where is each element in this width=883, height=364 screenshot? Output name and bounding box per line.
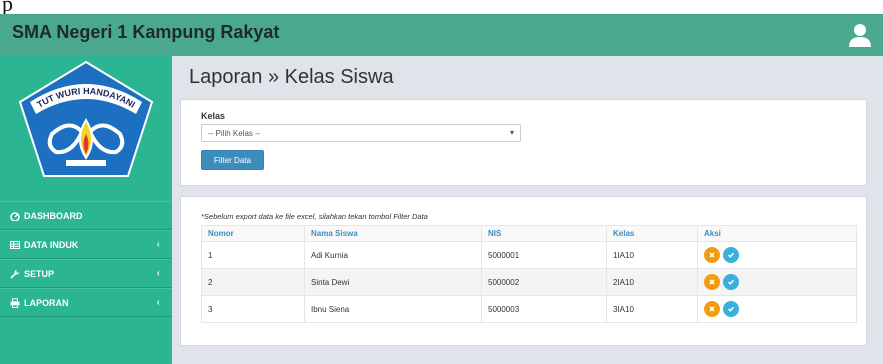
dashboard-icon	[10, 211, 20, 221]
column-header-aksi: Aksi	[697, 225, 857, 242]
cell-nomor: 2	[201, 268, 305, 296]
chevron-left-icon: ‹	[156, 297, 160, 308]
app-header: SMA Negeri 1 Kampung Rakyat	[0, 14, 883, 56]
table-header-row: Nomor Nama Siswa NIS Kelas Aksi	[201, 225, 857, 242]
check-icon	[727, 279, 735, 285]
app-title: SMA Negeri 1 Kampung Rakyat	[12, 22, 280, 42]
main-content: Laporan » Kelas Siswa Kelas -- Pilih Kel…	[172, 56, 883, 364]
sidebar-item-label: LAPORAN	[24, 297, 69, 308]
table-icon	[10, 240, 20, 250]
cell-aksi	[697, 241, 857, 269]
sidebar-item-label: DATA INDUK	[24, 239, 79, 250]
sidebar-item-label: DASHBOARD	[24, 210, 83, 221]
export-note: *Sebelum export data ke file excel, sila…	[201, 212, 428, 221]
cell-kelas: 2IA10	[606, 268, 698, 296]
delete-button[interactable]	[704, 301, 720, 317]
cell-kelas: 1IA10	[606, 241, 698, 269]
siswa-table: Nomor Nama Siswa NIS Kelas Aksi 1 Adi Ku…	[201, 225, 857, 323]
user-menu-button[interactable]	[845, 20, 875, 50]
page-title: Laporan » Kelas Siswa	[189, 66, 394, 88]
table-row: 2 Sinta Dewi 5000002 2IA10	[201, 268, 857, 296]
filter-data-button[interactable]: Filter Data	[201, 150, 264, 170]
chevron-left-icon: ‹	[156, 268, 160, 279]
delete-button[interactable]	[704, 247, 720, 263]
column-header-nis: NIS	[481, 225, 607, 242]
table-row: 1 Adi Kurnia 5000001 1IA10	[201, 241, 857, 269]
close-icon	[709, 279, 715, 285]
delete-button[interactable]	[704, 274, 720, 290]
sidebar: TUT WURI HANDAYANI DASHBOARD DATA INDUK …	[0, 56, 172, 364]
print-icon	[10, 297, 20, 308]
user-icon	[849, 24, 871, 47]
column-header-nomor: Nomor	[201, 225, 305, 242]
confirm-button[interactable]	[723, 274, 739, 290]
cell-nomor: 1	[201, 241, 305, 269]
column-header-nama-siswa: Nama Siswa	[304, 225, 482, 242]
cell-kelas: 3IA10	[606, 295, 698, 323]
sidebar-item-laporan[interactable]: LAPORAN ‹	[0, 288, 172, 317]
cell-nis: 5000001	[481, 241, 607, 269]
cell-nomor: 3	[201, 295, 305, 323]
close-icon	[709, 252, 715, 258]
row-actions	[704, 274, 856, 290]
row-actions	[704, 247, 856, 263]
kelas-select-value: -- Pilih Kelas --	[208, 129, 261, 138]
row-actions	[704, 301, 856, 317]
confirm-button[interactable]	[723, 247, 739, 263]
column-header-kelas: Kelas	[606, 225, 698, 242]
table-row: 3 Ibnu Siena 5000003 3IA10	[201, 295, 857, 323]
school-logo-area: TUT WURI HANDAYANI	[0, 56, 172, 196]
cell-nama-siswa: Ibnu Siena	[304, 295, 482, 323]
check-icon	[727, 252, 735, 258]
kelas-label: Kelas	[201, 111, 226, 121]
sidebar-item-label: SETUP	[24, 268, 55, 279]
chevron-left-icon: ‹	[156, 239, 160, 250]
cell-aksi	[697, 268, 857, 296]
report-panel: *Sebelum export data ke file excel, sila…	[180, 196, 867, 346]
confirm-button[interactable]	[723, 301, 739, 317]
cell-nis: 5000003	[481, 295, 607, 323]
check-icon	[727, 306, 735, 312]
tut-wuri-handayani-logo: TUT WURI HANDAYANI	[18, 60, 154, 177]
kelas-select[interactable]: -- Pilih Kelas -- ▾	[201, 124, 521, 142]
browser-top-strip: p	[0, 0, 883, 16]
cell-nama-siswa: Sinta Dewi	[304, 268, 482, 296]
cell-aksi	[697, 295, 857, 323]
close-icon	[709, 306, 715, 312]
cell-nama-siswa: Adi Kurnia	[304, 241, 482, 269]
cell-nis: 5000002	[481, 268, 607, 296]
wrench-icon	[10, 269, 20, 279]
caret-down-icon: ▾	[509, 128, 514, 137]
sidebar-item-data-induk[interactable]: DATA INDUK ‹	[0, 230, 172, 259]
sidebar-nav: DASHBOARD DATA INDUK ‹ SETUP ‹ LAPORAN ‹	[0, 201, 172, 317]
filter-panel: Kelas -- Pilih Kelas -- ▾ Filter Data	[180, 99, 867, 186]
sidebar-item-setup[interactable]: SETUP ‹	[0, 259, 172, 288]
sidebar-item-dashboard[interactable]: DASHBOARD	[0, 201, 172, 230]
